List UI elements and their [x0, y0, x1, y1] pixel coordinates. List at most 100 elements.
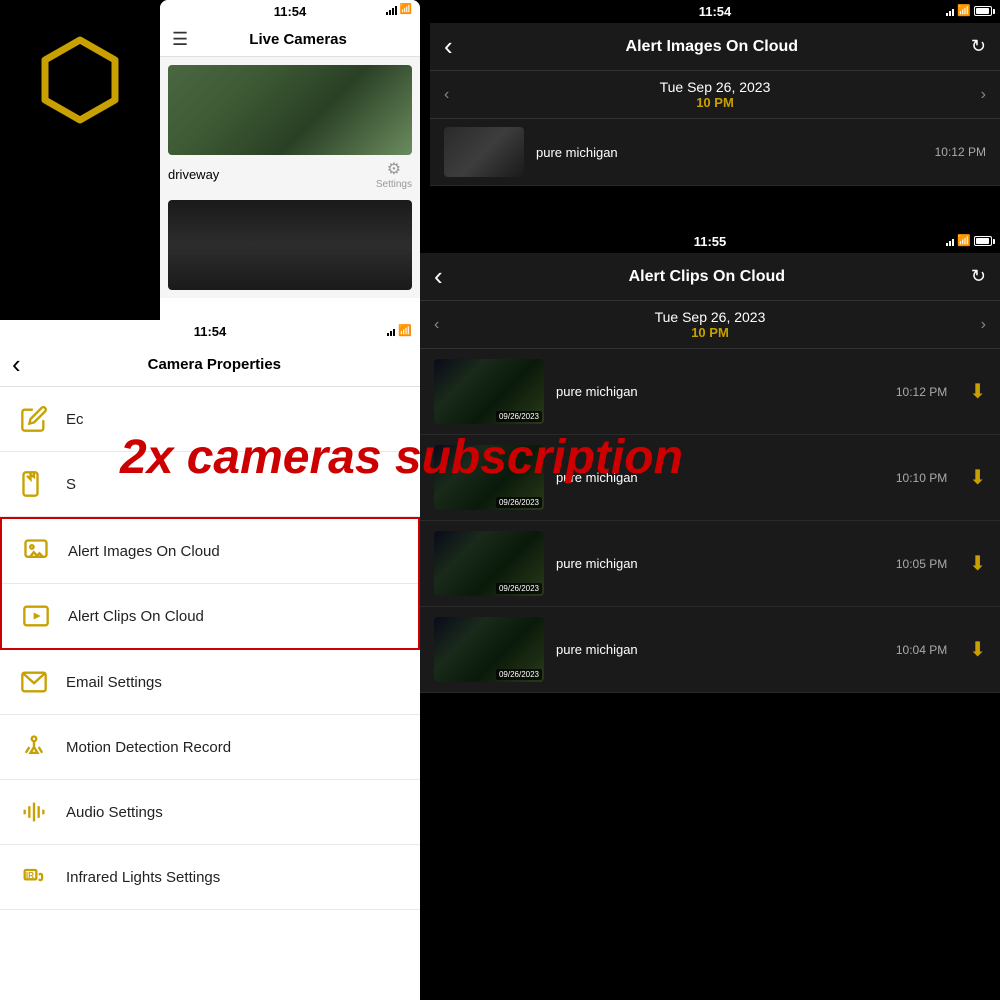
camera-props-title: Camera Properties: [21, 356, 408, 373]
back-button-props[interactable]: ‹: [12, 349, 21, 380]
camera-image-2: [168, 200, 412, 290]
camera-image: [168, 65, 412, 155]
nav-bar-clips: ‹ Alert Clips On Cloud ↻: [420, 253, 1000, 301]
motion-icon: [20, 733, 48, 761]
alert-images-label: Alert Images On Cloud: [68, 543, 220, 560]
signal-icon-clips: [946, 236, 954, 246]
alert-clips-icon: [22, 602, 50, 630]
clip-info-0: pure michigan: [556, 384, 884, 399]
clip-timestamp-1: 09/26/2023: [496, 497, 542, 508]
date-text-clips: Tue Sep 26, 2023: [655, 309, 766, 325]
annotation-2x-subscription: 2x cameras subscription: [120, 430, 683, 485]
clip-item-0[interactable]: 09/26/2023 pure michigan 10:12 PM ⬇: [420, 349, 1000, 435]
email-icon-box: [16, 664, 52, 700]
date-row-clips: ‹ Tue Sep 26, 2023 10 PM ›: [420, 301, 1000, 349]
prev-date-button[interactable]: ‹: [444, 86, 449, 104]
clip-time-3: 10:04 PM: [896, 643, 947, 657]
alert-item-0[interactable]: pure michigan 10:12 PM: [430, 119, 1000, 186]
clip-timestamp-3: 09/26/2023: [496, 669, 542, 680]
clip-time-2: 10:05 PM: [896, 557, 947, 571]
camera-thumbnail[interactable]: [168, 65, 412, 155]
clip-name-2: pure michigan: [556, 556, 884, 571]
clip-name-0: pure michigan: [556, 384, 884, 399]
panel-alert-images: 11:54 📶 ‹ Alert Images On Cloud ↻ ‹ Tue …: [430, 0, 1000, 240]
back-button-alert-images[interactable]: ‹: [444, 31, 453, 62]
refresh-button-alert-images[interactable]: ↻: [971, 36, 986, 57]
alert-images-icon: [22, 537, 50, 565]
motion-label: Motion Detection Record: [66, 739, 231, 756]
clip-item-3[interactable]: 09/26/2023 pure michigan 10:04 PM ⬇: [420, 607, 1000, 693]
download-button-2[interactable]: ⬇: [969, 551, 986, 576]
refresh-button-clips[interactable]: ↻: [971, 266, 986, 287]
alert-thumb-image: [444, 127, 524, 177]
date-row-alert-images: ‹ Tue Sep 26, 2023 10 PM ›: [430, 71, 1000, 119]
clip-thumbnail-0: 09/26/2023: [434, 359, 544, 424]
alert-clips-title: Alert Clips On Cloud: [443, 268, 971, 286]
email-label: Email Settings: [66, 674, 162, 691]
infrared-label: Infrared Lights Settings: [66, 869, 220, 886]
panel-alert-clips: 11:55 📶 ‹ Alert Clips On Cloud ↻ ‹ Tue S…: [420, 230, 1000, 1000]
status-bar-alert-images: 11:54 📶: [430, 0, 1000, 23]
clip-item-2[interactable]: 09/26/2023 pure michigan 10:05 PM ⬇: [420, 521, 1000, 607]
motion-icon-box: [16, 729, 52, 765]
camera-thumb-driveway[interactable]: driveway ⚙ Settings: [168, 65, 412, 194]
signal-icon: [386, 5, 397, 15]
clip-timestamp-2: 09/26/2023: [496, 583, 542, 594]
time-props: 11:54: [194, 324, 227, 339]
audio-icon: [20, 798, 48, 826]
alert-info: pure michigan: [536, 145, 923, 160]
download-button-0[interactable]: ⬇: [969, 379, 986, 404]
settings-label: Settings: [376, 179, 412, 190]
next-date-clips[interactable]: ›: [981, 316, 986, 334]
next-date-button[interactable]: ›: [981, 86, 986, 104]
battery-icon-clips: [974, 236, 992, 246]
sd-label: S: [66, 476, 76, 493]
clip-name-3: pure michigan: [556, 642, 884, 657]
audio-icon-box: [16, 794, 52, 830]
back-button-clips[interactable]: ‹: [434, 261, 443, 292]
panel-live-cameras: 11:54 📶 ☰ Live Cameras driveway ⚙ Settin…: [160, 0, 420, 320]
camera-thumb-2[interactable]: [168, 200, 412, 290]
wifi-icon: 📶: [400, 4, 412, 15]
prev-date-clips[interactable]: ‹: [434, 316, 439, 334]
wifi-icon-dark: 📶: [957, 4, 971, 17]
status-bar-props: 11:54 📶: [0, 320, 420, 343]
infrared-icon-box: IR: [16, 859, 52, 895]
status-icons-alert: 📶: [946, 4, 992, 17]
props-item-alert-images-wrapper: Alert Images On Cloud Alert Clips On Clo…: [0, 517, 420, 650]
status-bar-live: 11:54 📶: [160, 0, 420, 23]
edit-icon: [20, 405, 48, 433]
svg-text:IR: IR: [26, 871, 34, 880]
audio-label: Audio Settings: [66, 804, 163, 821]
camera-thumbnail-2[interactable]: [168, 200, 412, 290]
email-icon: [20, 668, 48, 696]
status-icons-live: 📶: [386, 4, 412, 15]
alert-clips-icon-box: [18, 598, 54, 634]
props-item-audio[interactable]: Audio Settings: [0, 780, 420, 845]
clip-thumbnail-3: 09/26/2023: [434, 617, 544, 682]
nav-bar-props: ‹ Camera Properties: [0, 343, 420, 387]
status-icons-clips: 📶: [946, 234, 992, 247]
status-bar-clips: 11:55 📶: [420, 230, 1000, 253]
nav-bar-alert-images: ‹ Alert Images On Cloud ↻: [430, 23, 1000, 71]
clip-time-0: 10:12 PM: [896, 385, 947, 399]
props-item-motion[interactable]: Motion Detection Record: [0, 715, 420, 780]
time-filter[interactable]: 10 PM: [660, 95, 771, 110]
wifi-icon-clips: 📶: [957, 234, 971, 247]
props-item-alert-clips[interactable]: Alert Clips On Cloud: [2, 583, 418, 648]
signal-icon-dark: [946, 6, 954, 16]
props-item-alert-images[interactable]: Alert Images On Cloud: [2, 519, 418, 583]
live-cameras-title: Live Cameras: [188, 31, 408, 48]
download-button-1[interactable]: ⬇: [969, 465, 986, 490]
date-info-clips: Tue Sep 26, 2023 10 PM: [655, 309, 766, 340]
hamburger-menu-button[interactable]: ☰: [172, 29, 188, 50]
props-item-email[interactable]: Email Settings: [0, 650, 420, 715]
settings-button[interactable]: ⚙ Settings: [376, 159, 412, 190]
props-item-infrared[interactable]: IR Infrared Lights Settings: [0, 845, 420, 910]
infrared-icon: IR: [20, 863, 48, 891]
nav-bar-live: ☰ Live Cameras: [160, 23, 420, 57]
download-button-3[interactable]: ⬇: [969, 637, 986, 662]
time-filter-clips[interactable]: 10 PM: [655, 325, 766, 340]
signal-icon-props: [387, 326, 395, 336]
camera-grid: driveway ⚙ Settings: [160, 57, 420, 298]
